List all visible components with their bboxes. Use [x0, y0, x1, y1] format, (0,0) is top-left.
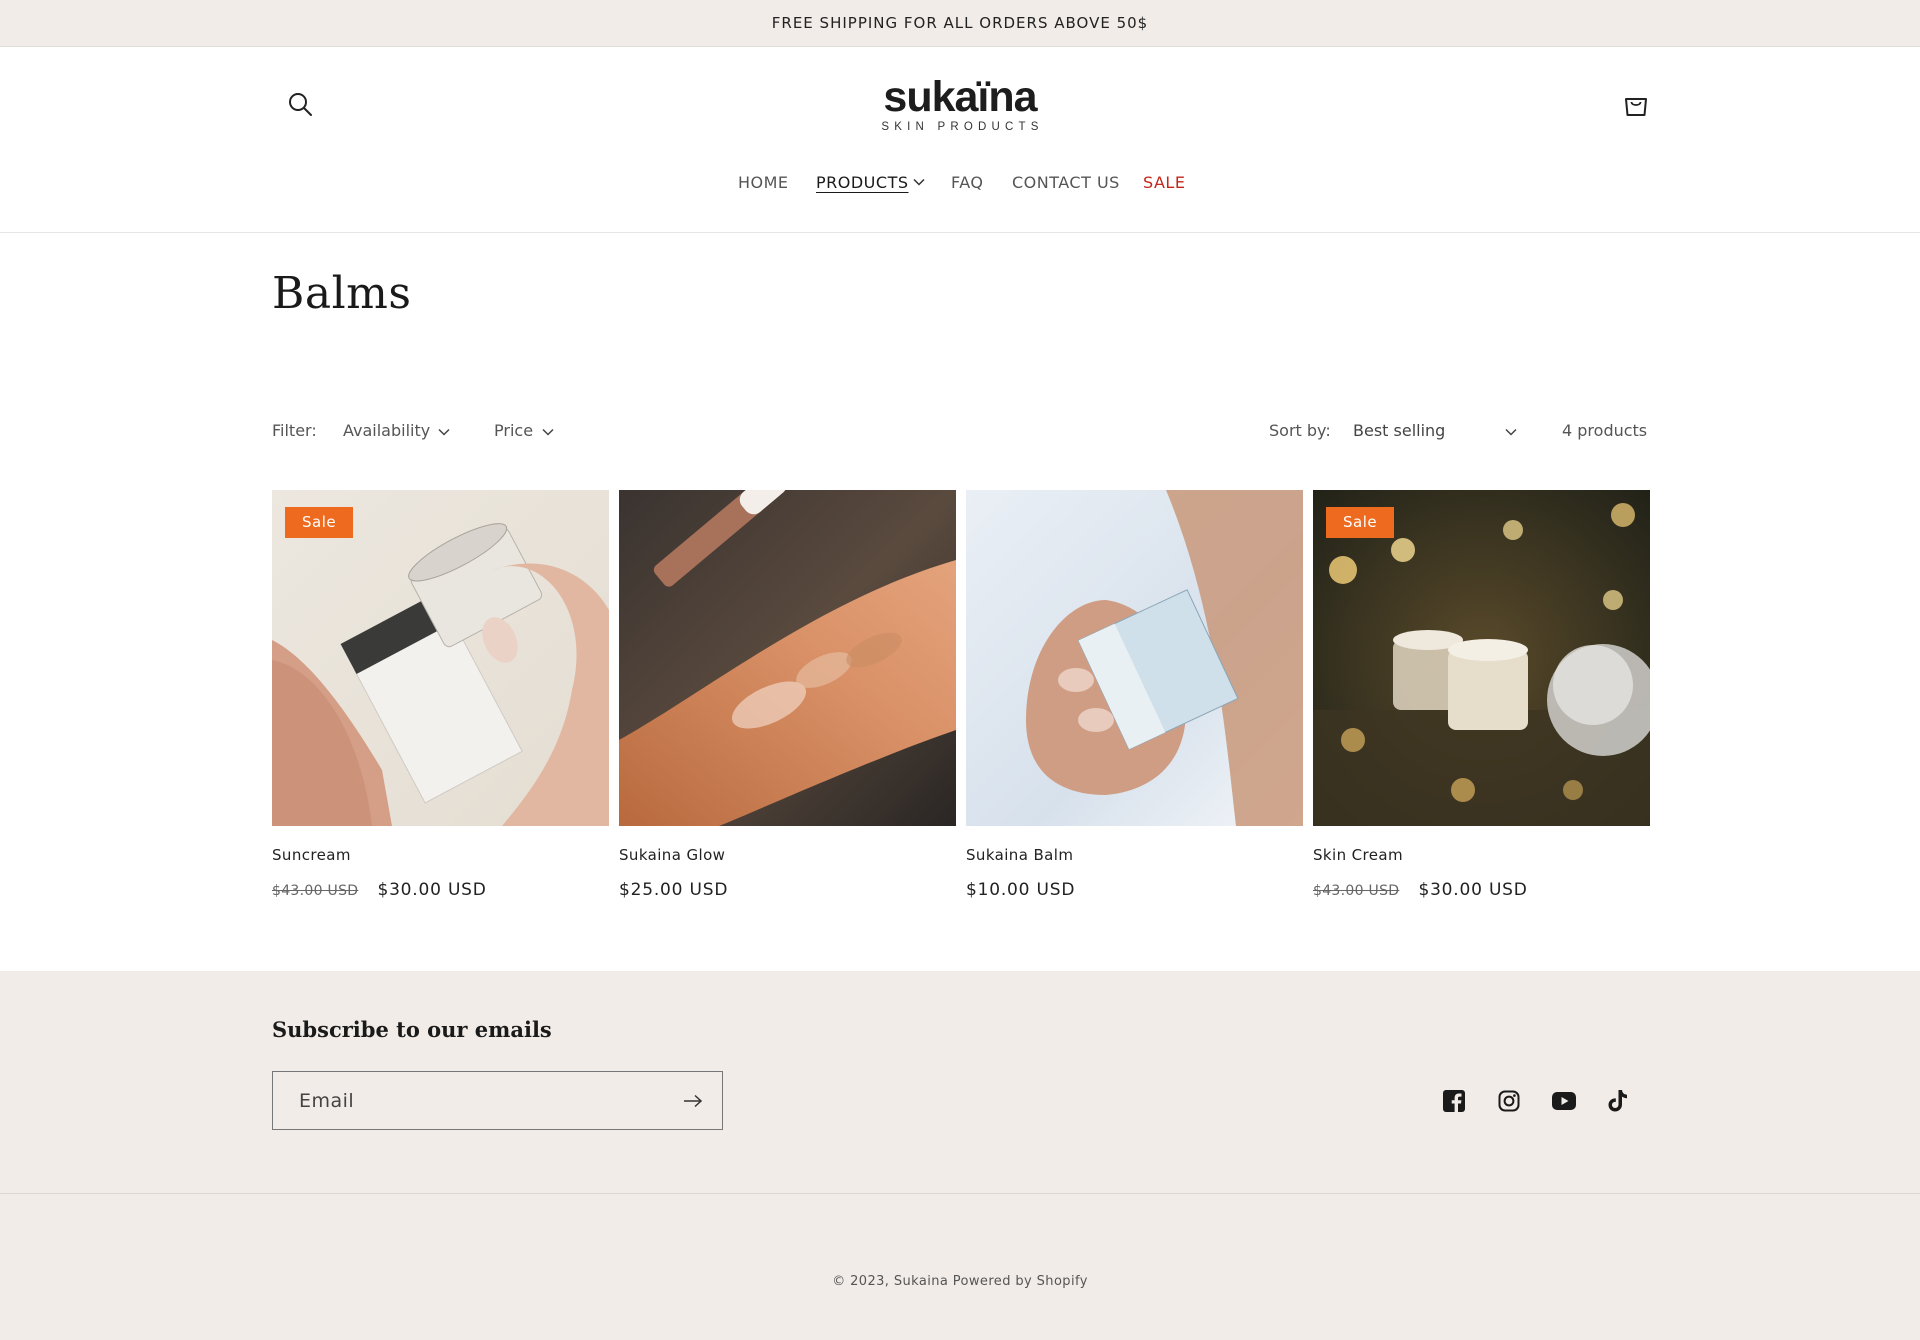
- instagram-link[interactable]: [1489, 1081, 1529, 1121]
- sort-label: Sort by:: [1269, 421, 1331, 440]
- regular-price: $10.00 USD: [966, 880, 1076, 900]
- chevron-down-icon[interactable]: [913, 178, 925, 186]
- product-price: $43.00 USD $30.00 USD: [1313, 880, 1528, 900]
- nav-item-home[interactable]: HOME: [738, 173, 789, 192]
- regular-price: $43.00 USD: [272, 883, 359, 899]
- newsletter-form: [272, 1071, 723, 1130]
- product-image[interactable]: [1313, 490, 1650, 826]
- announcement-bar: FREE SHIPPING FOR ALL ORDERS ABOVE 50$: [0, 0, 1920, 47]
- sale-price: $30.00 USD: [377, 880, 487, 900]
- product-name[interactable]: Sukaina Balm: [966, 846, 1073, 864]
- product-name[interactable]: Skin Cream: [1313, 846, 1403, 864]
- sale-badge: Sale: [1326, 507, 1395, 538]
- youtube-link[interactable]: [1544, 1081, 1584, 1121]
- youtube-icon: [1552, 1092, 1576, 1110]
- cart-button[interactable]: [1614, 82, 1658, 126]
- filter-label: Filter:: [272, 421, 317, 440]
- nav-item-contact-us[interactable]: CONTACT US: [1012, 173, 1120, 192]
- tiktok-link[interactable]: [1598, 1081, 1638, 1121]
- nav-item-faq[interactable]: FAQ: [951, 173, 984, 192]
- product-price: $10.00 USD: [966, 880, 1075, 900]
- main-navigation: HOME PRODUCTS FAQ CONTACT US SALE: [0, 169, 1920, 199]
- search-button[interactable]: [278, 82, 322, 126]
- search-icon: [289, 93, 312, 116]
- sale-badge: Sale: [285, 507, 354, 538]
- sort-select[interactable]: Best selling: [1353, 421, 1445, 440]
- page-title: Balms: [272, 268, 412, 319]
- filter-availability[interactable]: Availability: [343, 421, 430, 440]
- regular-price: $25.00 USD: [619, 880, 729, 900]
- regular-price: $43.00 USD: [1313, 883, 1400, 899]
- chevron-down-icon[interactable]: [1505, 428, 1517, 436]
- logo-wordmark: sukaïna: [883, 73, 1037, 121]
- filter-sort-bar: Filter: Availability Price Sort by: Best…: [272, 418, 1648, 448]
- site-header: sukaïna SKIN PRODUCTS HOME PRODUCTS FAQ …: [0, 47, 1920, 233]
- product-image[interactable]: [272, 490, 609, 826]
- arrow-right-icon: [684, 1094, 703, 1108]
- product-image[interactable]: [966, 490, 1303, 826]
- product-price: $25.00 USD: [619, 880, 728, 900]
- product-name[interactable]: Sukaina Glow: [619, 846, 725, 864]
- logo-tagline: SKIN PRODUCTS: [881, 121, 1044, 133]
- newsletter-title: Subscribe to our emails: [272, 1017, 552, 1042]
- product-image[interactable]: [619, 490, 956, 826]
- cart-icon: [1625, 98, 1647, 116]
- filter-price[interactable]: Price: [494, 421, 533, 440]
- chevron-down-icon[interactable]: [542, 428, 554, 436]
- announcement-text: FREE SHIPPING FOR ALL ORDERS ABOVE 50$: [771, 14, 1149, 32]
- product-price: $43.00 USD $30.00 USD: [272, 880, 487, 900]
- nav-item-products[interactable]: PRODUCTS: [816, 173, 909, 192]
- product-count: 4 products: [1562, 421, 1648, 440]
- chevron-down-icon[interactable]: [438, 428, 450, 436]
- subscribe-button[interactable]: [672, 1080, 714, 1122]
- email-field[interactable]: [273, 1072, 653, 1129]
- footer-divider: [0, 1193, 1920, 1194]
- site-logo[interactable]: sukaïna SKIN PRODUCTS: [860, 75, 1060, 133]
- instagram-icon: [1498, 1090, 1520, 1112]
- tiktok-icon: [1608, 1090, 1627, 1112]
- facebook-icon: [1443, 1090, 1465, 1112]
- product-name[interactable]: Suncream: [272, 846, 351, 864]
- site-footer: Subscribe to our emails Email © 2023, Su…: [0, 971, 1920, 1340]
- nav-item-sale[interactable]: SALE: [1143, 173, 1185, 192]
- facebook-link[interactable]: [1434, 1081, 1474, 1121]
- copyright-text: © 2023, Sukaina Powered by Shopify: [832, 1274, 1088, 1289]
- sale-price: $30.00 USD: [1418, 880, 1528, 900]
